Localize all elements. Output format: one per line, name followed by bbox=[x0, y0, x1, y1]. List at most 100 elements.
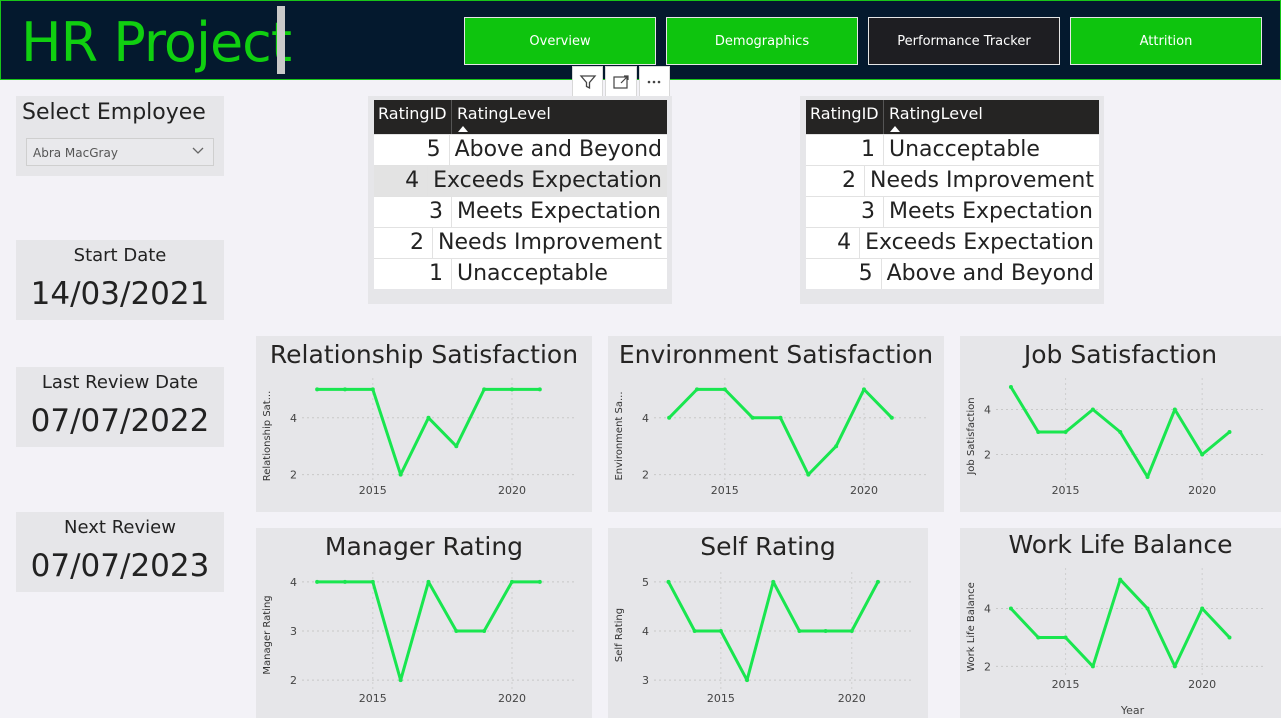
table-header-row: RatingID RatingLevel bbox=[806, 100, 1099, 134]
data-point bbox=[509, 579, 514, 584]
data-point bbox=[722, 387, 727, 392]
data-point bbox=[537, 387, 542, 392]
cell-rating-level: Exceeds Expectation bbox=[433, 168, 662, 193]
data-point bbox=[1063, 635, 1068, 640]
x-tick-label: 2015 bbox=[1052, 484, 1080, 497]
table-row[interactable]: 1 Unacceptable bbox=[806, 134, 1099, 165]
table-row[interactable]: 3 Meets Expectation bbox=[806, 196, 1099, 227]
nav-overview-button[interactable]: Overview bbox=[464, 17, 656, 65]
y-axis-label: Work Life Balance bbox=[966, 582, 977, 672]
x-tick-label: 2015 bbox=[1052, 678, 1080, 691]
environment-satisfaction-chart[interactable]: 2 4 2015 2020 Environment Sa... Environment … bbox=[608, 336, 944, 512]
y-tick-label: 4 bbox=[290, 412, 297, 425]
last-review-date-label: Last Review Date bbox=[41, 372, 199, 393]
data-point bbox=[482, 629, 487, 633]
series-line bbox=[667, 580, 880, 682]
relationship-satisfaction-chart[interactable]: 2 4 2015 2020 Relationship Sat... Relationsh… bbox=[256, 336, 592, 512]
cell-rating-id: 4 bbox=[806, 228, 861, 258]
visual-header-toolbar bbox=[572, 66, 672, 98]
cell-rating-level: Needs Improvement bbox=[870, 168, 1094, 193]
table-row[interactable]: 5 Above and Beyond bbox=[806, 258, 1099, 289]
x-tick-label: 2015 bbox=[359, 692, 387, 705]
column-header-ratinglevel[interactable]: RatingLevel bbox=[452, 100, 667, 134]
x-tick-label: 2015 bbox=[711, 484, 739, 497]
next-review-date-value: 07/07/2023 bbox=[30, 548, 210, 584]
table-row[interactable]: 4 Exceeds Expectation bbox=[806, 227, 1099, 258]
data-point bbox=[666, 579, 671, 584]
cell-rating-level: Above and Beyond bbox=[886, 261, 1094, 286]
table-row[interactable]: 2 Needs Improvement bbox=[806, 165, 1099, 196]
table-row[interactable]: 2 Needs Improvement bbox=[374, 227, 667, 258]
data-point bbox=[537, 579, 542, 584]
column-header-ratingid[interactable]: RatingID bbox=[374, 100, 452, 134]
data-point bbox=[1172, 664, 1177, 669]
table-row[interactable]: 3 Meets Expectation bbox=[374, 196, 667, 227]
y-tick-label: 4 bbox=[290, 576, 297, 589]
x-axis-label: Year bbox=[1120, 704, 1145, 717]
y-axis-label: Relationship Sat... bbox=[262, 391, 273, 482]
series-line bbox=[668, 387, 893, 477]
data-point bbox=[1118, 430, 1123, 434]
self-rating-chart[interactable]: 3 4 5 2015 2020 Self Rating Self Rating bbox=[608, 528, 928, 718]
y-tick-label: 4 bbox=[642, 412, 649, 425]
data-point bbox=[750, 415, 755, 420]
data-point bbox=[370, 579, 375, 584]
start-date-label: Start Date bbox=[73, 245, 167, 266]
data-point bbox=[315, 387, 320, 392]
table-row[interactable]: 4 Exceeds Expectation bbox=[374, 165, 667, 196]
app-title: HR Project bbox=[21, 11, 292, 74]
column-header-ratingid[interactable]: RatingID bbox=[806, 100, 884, 134]
y-tick-label: 3 bbox=[290, 625, 297, 638]
data-point bbox=[771, 579, 776, 584]
manager-rating-chart[interactable]: 2 3 4 2015 2020 Manager Rating Manager Rating bbox=[256, 528, 592, 718]
cell-rating-id: 2 bbox=[374, 228, 434, 258]
data-point bbox=[694, 387, 699, 392]
x-tick-label: 2020 bbox=[1188, 484, 1216, 497]
data-point bbox=[667, 415, 672, 420]
focus-mode-icon[interactable] bbox=[605, 66, 637, 98]
data-point bbox=[398, 472, 403, 477]
series-line bbox=[317, 387, 540, 477]
data-point bbox=[342, 387, 347, 392]
job-satisfaction-chart[interactable]: 2 4 2015 2020 Job Satisfaction Job Satisfact… bbox=[960, 336, 1281, 512]
data-point bbox=[454, 629, 459, 633]
table-row[interactable]: 1 Unacceptable bbox=[374, 258, 667, 289]
work-life-balance-chart[interactable]: 2 4 2015 2020 Work Life Balance Year Work Lif… bbox=[960, 528, 1281, 718]
column-header-ratinglevel[interactable]: RatingLevel bbox=[884, 100, 1099, 134]
x-tick-label: 2015 bbox=[359, 484, 387, 497]
filter-icon[interactable] bbox=[572, 66, 604, 98]
data-point bbox=[342, 579, 347, 584]
sort-ascending-icon bbox=[890, 126, 900, 132]
cell-rating-id: 4 bbox=[374, 166, 429, 196]
data-point bbox=[849, 629, 854, 633]
nav-performance-tracker-button[interactable]: Performance Tracker bbox=[868, 17, 1060, 65]
data-point bbox=[1036, 430, 1041, 434]
table-row[interactable]: 5 Above and Beyond bbox=[374, 134, 667, 165]
nav-demographics-button[interactable]: Demographics bbox=[666, 17, 858, 65]
slicer-title: Select Employee bbox=[22, 100, 206, 125]
x-tick-label: 2020 bbox=[498, 484, 526, 497]
cell-rating-level: Above and Beyond bbox=[454, 137, 662, 162]
nav-attrition-button[interactable]: Attrition bbox=[1070, 17, 1262, 65]
y-tick-label: 2 bbox=[642, 469, 649, 482]
data-point bbox=[1200, 452, 1205, 457]
next-review-date-card: Next Review 07/07/2023 bbox=[16, 512, 224, 592]
data-point bbox=[482, 387, 487, 392]
data-point bbox=[1090, 664, 1095, 669]
data-point bbox=[1172, 407, 1177, 412]
data-point bbox=[806, 472, 811, 477]
y-tick-label: 4 bbox=[642, 625, 649, 638]
data-point bbox=[1008, 385, 1013, 389]
data-point bbox=[1227, 635, 1232, 640]
data-point bbox=[1118, 577, 1123, 582]
cell-rating-level: Meets Expectation bbox=[457, 199, 661, 224]
data-point bbox=[745, 678, 750, 683]
chevron-down-icon bbox=[192, 147, 204, 154]
cell-rating-id: 5 bbox=[374, 135, 450, 165]
cell-rating-level: Needs Improvement bbox=[438, 230, 662, 255]
employee-slicer: Select Employee Abra MacGray bbox=[16, 96, 224, 176]
start-date-value: 14/03/2021 bbox=[30, 276, 210, 312]
more-options-icon[interactable] bbox=[638, 66, 670, 98]
chart-title: Work Life Balance bbox=[1008, 530, 1233, 559]
employee-dropdown[interactable]: Abra MacGray bbox=[26, 138, 214, 166]
